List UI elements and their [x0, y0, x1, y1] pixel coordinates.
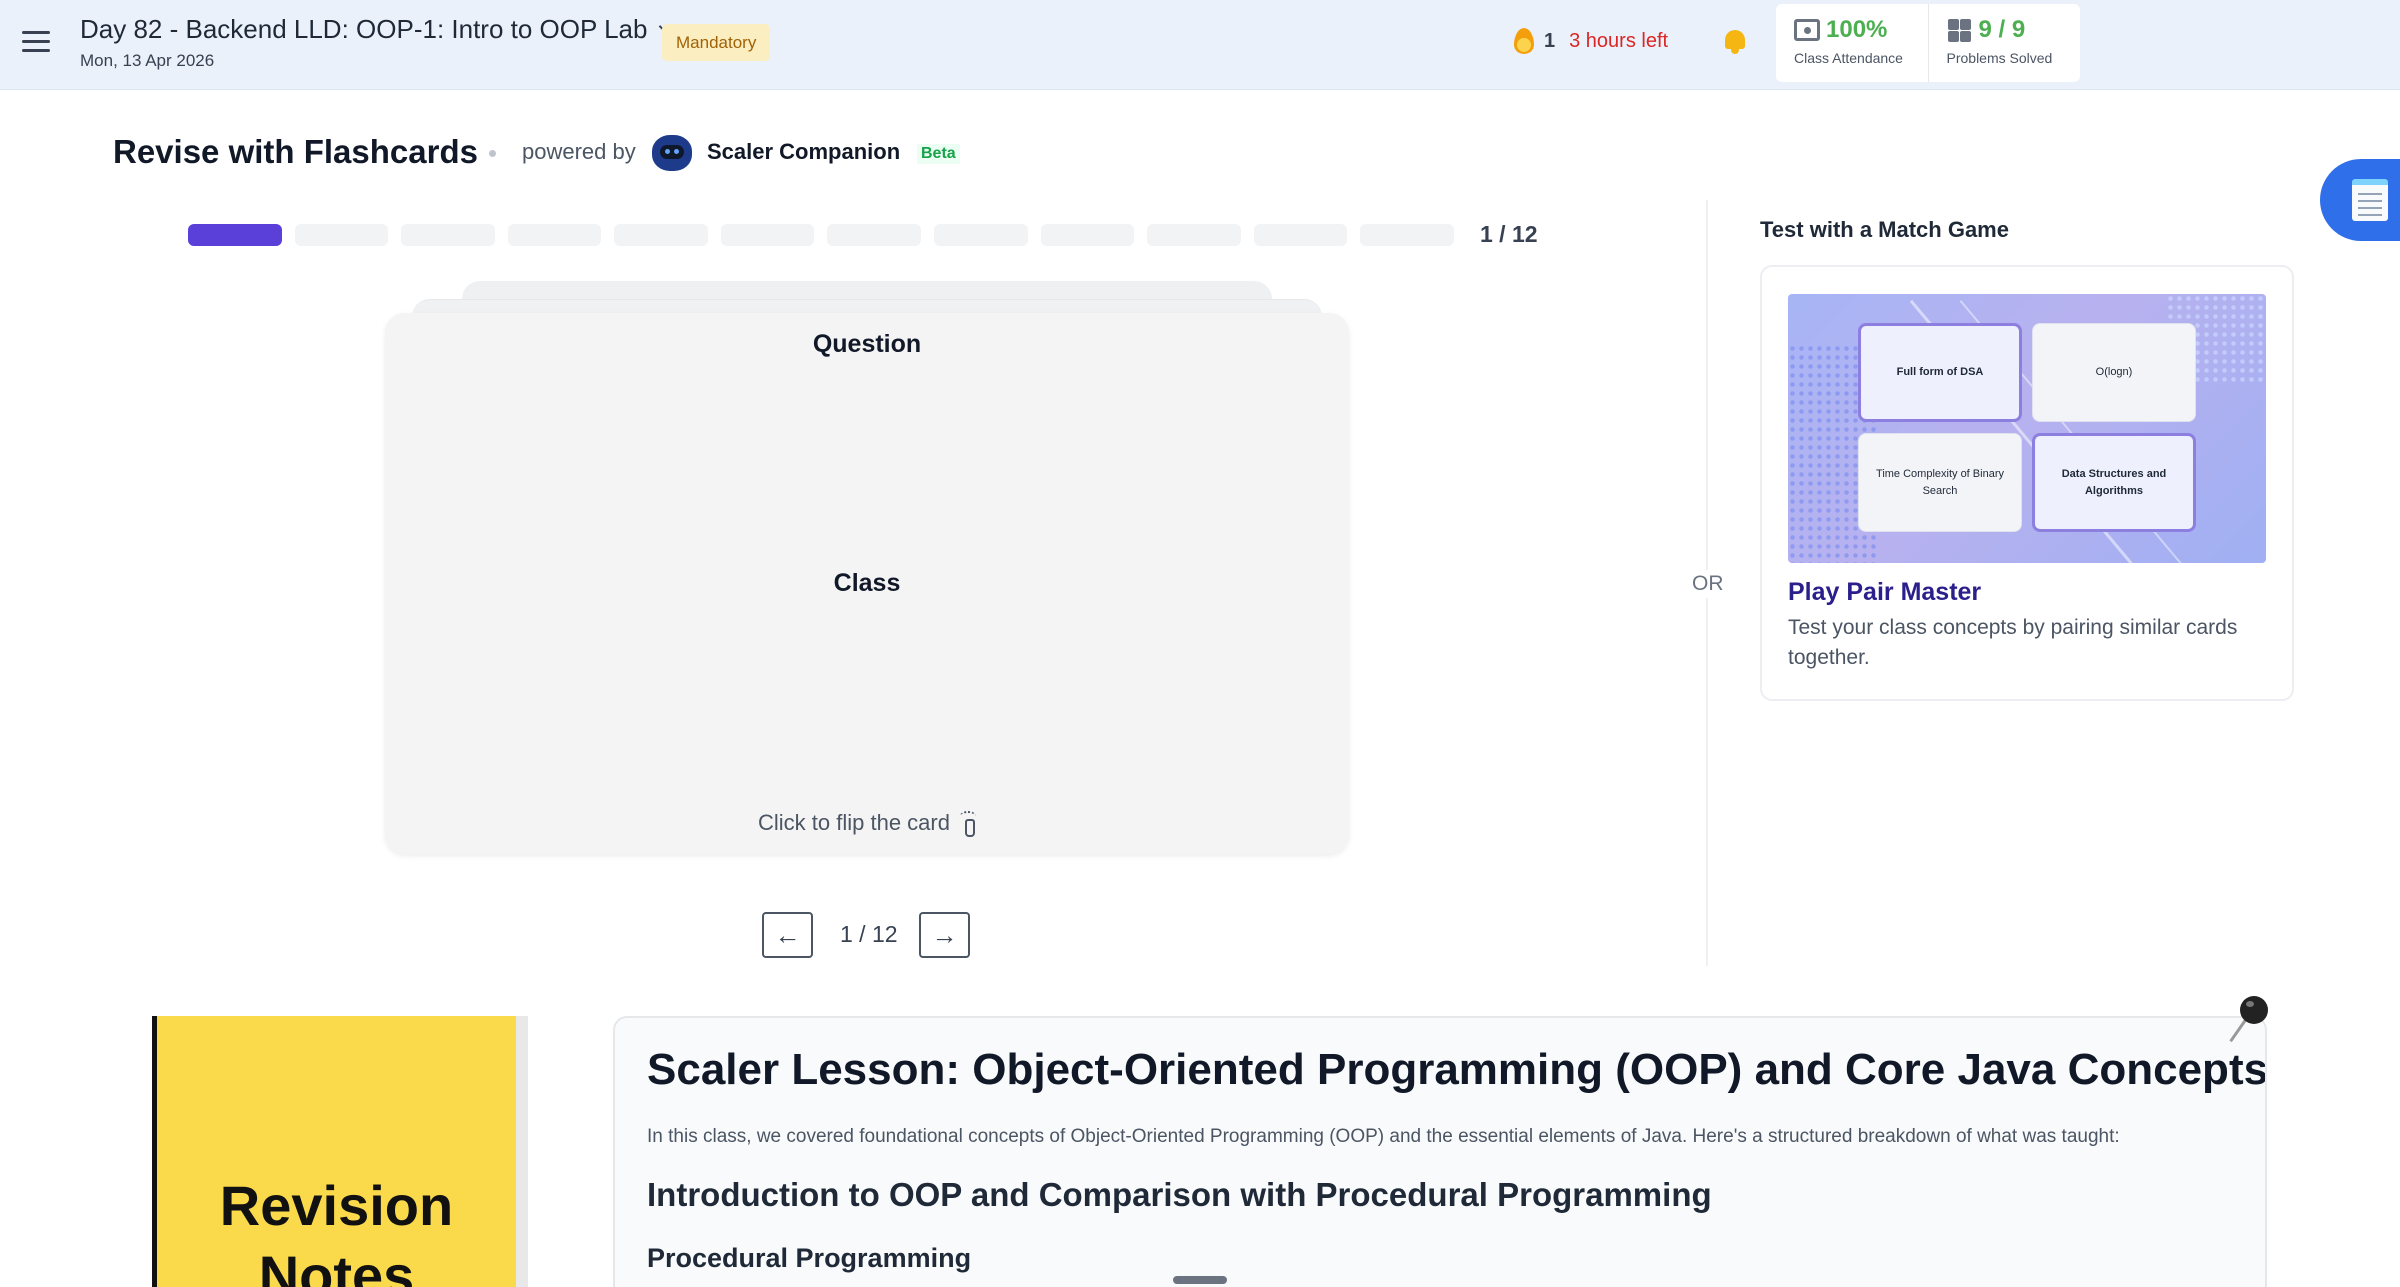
- flashcards-title: Revise with Flashcards: [113, 133, 478, 170]
- pair-master-description: Test your class concepts by pairing simi…: [1788, 616, 2238, 669]
- attendance-value: 100%: [1826, 16, 1888, 43]
- progress-segment: [827, 224, 922, 246]
- pushpin-icon[interactable]: [2229, 996, 2270, 1052]
- bell-icon[interactable]: [1722, 27, 1748, 55]
- progress-segment: [934, 224, 1028, 246]
- progress-segment: [507, 224, 602, 246]
- flip-hint-text: Click to flip the card: [758, 810, 950, 835]
- preview-tile: Full form of DSA: [1858, 323, 2022, 422]
- beta-badge: Beta: [917, 144, 960, 164]
- progress-segment: [614, 224, 708, 246]
- arrow-right-icon: →: [931, 919, 958, 950]
- companion-bot-icon: [652, 135, 692, 171]
- attendance-stat[interactable]: 100% Class Attendance: [1776, 4, 1928, 82]
- card-counter: 1 / 12: [840, 921, 898, 947]
- next-card-button[interactable]: →: [919, 912, 970, 958]
- progress-segment: [1253, 224, 1348, 246]
- menu-icon[interactable]: [22, 31, 50, 53]
- preview-tile: O(logn): [2032, 323, 2196, 422]
- streak-count: 1: [1544, 29, 1556, 52]
- page: Day 82 - Backend LLD: OOP-1: Intro to OO…: [0, 0, 2400, 1287]
- class-date: Mon, 13 Apr 2026: [80, 51, 215, 70]
- pair-master-title: Play Pair Master: [1788, 578, 1982, 606]
- class-title-dropdown[interactable]: Day 82 - Backend LLD: OOP-1: Intro to OO…: [80, 14, 675, 45]
- progress-segment: [1147, 224, 1241, 246]
- card-side-label: Question: [812, 330, 922, 358]
- lesson-title: Scaler Lesson: Object-Oriented Programmi…: [647, 1045, 2267, 1094]
- progress-segment: [188, 224, 282, 246]
- progress-count: 1 / 12: [1480, 221, 1538, 247]
- match-game-heading: Test with a Match Game: [1760, 217, 2009, 242]
- puzzle-icon: [1947, 18, 1973, 42]
- problems-label: Problems Solved: [1946, 50, 2053, 66]
- subsection-heading: Procedural Programming: [647, 1243, 972, 1273]
- lesson-intro: In this class, we covered foundational c…: [647, 1126, 2120, 1147]
- flame-icon: [1514, 28, 1534, 54]
- prev-card-button[interactable]: ←: [762, 912, 813, 958]
- lesson-notes-panel: Scaler Lesson: Object-Oriented Programmi…: [613, 1016, 2267, 1287]
- arrow-left-icon: ←: [774, 919, 801, 950]
- problems-value: 9 / 9: [1978, 16, 2026, 43]
- drag-handle[interactable]: [1173, 1276, 1227, 1284]
- flip-hint: Click to flip the card: [385, 810, 1349, 837]
- pair-master-preview: Full form of DSA O(logn) Time Complexity…: [1788, 294, 2266, 563]
- powered-by-text: powered by: [522, 139, 636, 164]
- flashcard[interactable]: Question Class Click to flip the card: [385, 313, 1349, 854]
- attendance-icon: [1794, 19, 1820, 41]
- attendance-label: Class Attendance: [1794, 50, 1903, 66]
- revision-notes-sticky[interactable]: Revision Notes: [152, 1016, 516, 1287]
- progress-segment: [1360, 224, 1454, 246]
- separator-dot: [489, 150, 496, 157]
- top-bar: Day 82 - Backend LLD: OOP-1: Intro to OO…: [0, 0, 2400, 90]
- revision-notes-label: Revision Notes: [219, 1174, 454, 1287]
- class-title: Day 82 - Backend LLD: OOP-1: Intro to OO…: [80, 14, 648, 44]
- card-content: Class: [833, 569, 901, 597]
- progress-segment: [1040, 224, 1135, 246]
- notepad-icon: [2352, 179, 2388, 221]
- preview-tile: Time Complexity of Binary Search: [1858, 433, 2022, 532]
- mandatory-badge: Mandatory: [662, 24, 771, 61]
- progress-segment: [401, 224, 495, 246]
- problems-stat[interactable]: 9 / 9 Problems Solved: [1927, 4, 2081, 82]
- progress-segment: [294, 224, 389, 246]
- companion-name: Scaler Companion: [707, 139, 901, 164]
- progress-segment: [720, 224, 815, 246]
- pair-master-card[interactable]: Full form of DSA O(logn) Time Complexity…: [1760, 265, 2294, 701]
- stats-panel: 100% Class Attendance 9 / 9 Problems Sol…: [1776, 4, 2080, 82]
- tap-icon: [959, 811, 976, 837]
- flashcard-progress: [188, 224, 1454, 246]
- preview-tile: Data Structures and Algorithms: [2032, 433, 2196, 532]
- section-heading: Introduction to OOP and Comparison with …: [647, 1176, 1712, 1213]
- streak-indicator[interactable]: 1 3 hours left: [1514, 28, 1668, 54]
- notes-button[interactable]: [2320, 159, 2400, 241]
- time-left-text: 3 hours left: [1569, 29, 1669, 52]
- or-label: OR: [1692, 570, 1724, 598]
